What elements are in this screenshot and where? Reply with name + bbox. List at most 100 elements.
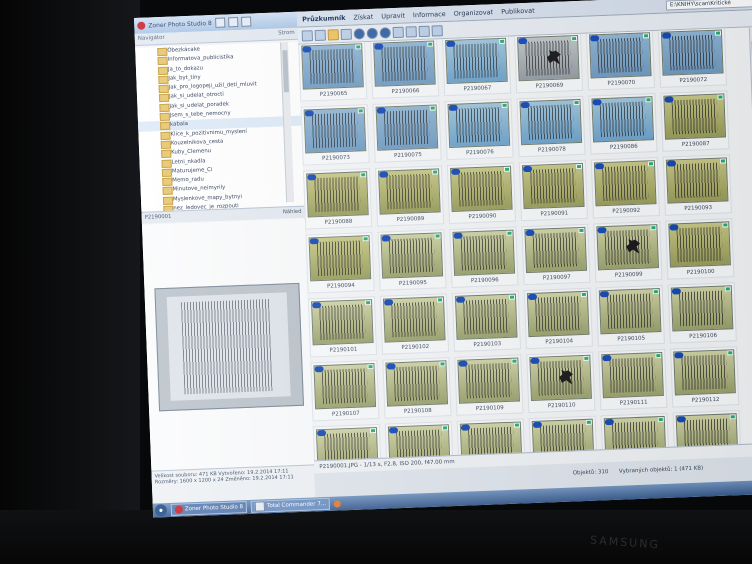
thumbnail-item[interactable]: P2190076 — [444, 98, 514, 161]
dark-mark-icon — [559, 369, 574, 385]
status-corner-icon — [511, 358, 518, 364]
exif-badge-icon — [532, 421, 543, 428]
status-corner-icon — [367, 364, 374, 370]
thumbnail-item[interactable]: P2190105 — [595, 284, 665, 347]
status-corner-icon — [645, 97, 652, 103]
dark-mark-icon — [547, 50, 562, 66]
status-corner-icon — [436, 297, 444, 303]
thumbnail-label: P2190106 — [689, 332, 718, 340]
exif-badge-icon — [455, 296, 466, 303]
menu-organizovat[interactable]: Organizovat — [454, 8, 494, 18]
thumbnail-item[interactable]: P2190112 — [670, 346, 740, 408]
exif-badge-icon — [594, 163, 605, 170]
thumbnail-label: P2190102 — [401, 343, 430, 351]
close-button[interactable] — [240, 16, 251, 27]
thumbnail-label: P2190065 — [319, 90, 348, 98]
thumbnail-item[interactable]: P2190070 — [585, 29, 656, 91]
thumbnail-view[interactable]: P2190065 P2190066 P2190067 P2190069 P2190070… — [298, 27, 752, 461]
thumbnail-item[interactable]: P2190086 — [588, 93, 658, 155]
thumbnail-item[interactable]: P2190103 — [451, 290, 522, 352]
menu-publikovat[interactable]: Publikovat — [501, 6, 535, 15]
folder-tree-scroll-thumb[interactable] — [282, 50, 289, 93]
thumbnail-item[interactable]: P2190065 — [298, 40, 368, 102]
thumbnail-item[interactable]: P2190101 — [307, 295, 378, 358]
thumbnail-item[interactable]: P2190093 — [662, 154, 732, 216]
back-icon[interactable] — [301, 29, 314, 42]
thumbnail-item[interactable]: P2190106 — [667, 282, 737, 344]
thumbnail-item[interactable]: P2190091 — [518, 159, 589, 222]
task-zoner[interactable]: Zoner Photo Studio 8 — [170, 501, 248, 516]
explorer-tab[interactable]: Průzkumník — [302, 13, 346, 23]
navigator-title: Navigátor — [137, 34, 165, 42]
thumbnail-item[interactable]: P2190075 — [372, 101, 442, 163]
start-button[interactable] — [154, 504, 168, 517]
thumbnail-item[interactable]: P2190089 — [374, 165, 445, 227]
thumbnail-item[interactable]: P2190111 — [598, 348, 668, 411]
scanned-page-thumbnail — [375, 104, 439, 151]
thumbnail-item[interactable]: P2190078 — [516, 95, 586, 158]
thumbnail-item[interactable]: P2190104 — [523, 287, 593, 350]
thumbnail-item[interactable]: P2190109 — [454, 354, 524, 416]
exif-badge-icon — [446, 40, 456, 48]
scanned-page-thumbnail — [517, 34, 580, 82]
view-icon[interactable] — [405, 25, 417, 38]
browser-tray-icon[interactable] — [333, 499, 342, 508]
rotate-left-icon[interactable] — [366, 27, 378, 39]
thumbnail-label: P2190110 — [547, 402, 576, 410]
preview-label[interactable]: Náhled — [283, 209, 302, 217]
menu-informace[interactable]: Informace — [413, 10, 446, 19]
thumbnail-item[interactable]: P2190099 — [593, 220, 663, 283]
thumbnail-label: P2190093 — [684, 204, 713, 213]
thumbnail-item[interactable]: P2190110 — [526, 351, 596, 414]
scanned-page-thumbnail — [529, 354, 592, 402]
exif-badge-icon — [383, 299, 394, 306]
path-field[interactable]: E:\KNIHY\scan\Kritické — [665, 0, 752, 11]
exif-badge-icon — [676, 416, 686, 423]
view-mode-dropdown[interactable]: Strom — [278, 30, 295, 38]
thumbnail-item[interactable]: P2190096 — [449, 226, 519, 289]
thumbnail-item[interactable]: P2190088 — [302, 168, 373, 230]
folder-icon[interactable] — [327, 28, 339, 41]
minimize-button[interactable] — [214, 17, 225, 28]
thumbnail-item[interactable]: P2190108 — [382, 357, 452, 419]
thumbnail-item[interactable]: P2190102 — [379, 293, 450, 355]
thumbnail-item[interactable]: P2190100 — [665, 218, 735, 280]
total-commander-task-icon — [254, 501, 266, 512]
thumbnail-item[interactable]: P2190107 — [310, 359, 380, 422]
thumbnail-item[interactable]: P2190072 — [657, 27, 728, 88]
forward-icon[interactable] — [314, 29, 326, 41]
sort-icon[interactable] — [392, 26, 404, 38]
exif-badge-icon — [388, 427, 399, 434]
status-corner-icon — [650, 225, 657, 231]
tools-icon[interactable] — [431, 24, 443, 37]
thumbnail-label: P2190092 — [612, 207, 641, 215]
folder-tree[interactable]: Obezkácake Informatova_publicistika Ja_to_… — [135, 41, 305, 212]
thumbnail-item[interactable]: P2190094 — [305, 232, 375, 294]
thumbnail-item[interactable]: P2190097 — [521, 223, 591, 286]
menu-upravit[interactable]: Upravit — [381, 11, 405, 20]
maximize-button[interactable] — [227, 17, 238, 28]
thumbnail-item[interactable]: P2190092 — [590, 156, 660, 219]
thumbnail-item[interactable]: P2190113 — [312, 423, 383, 461]
copy-icon[interactable] — [340, 28, 352, 40]
info-icon[interactable] — [353, 27, 365, 40]
select-icon[interactable] — [418, 25, 430, 37]
thumbnail-item[interactable]: P2190067 — [441, 34, 512, 97]
thumbnail-item[interactable]: P2190095 — [377, 229, 447, 291]
task-total-commander[interactable]: Total Commander 7... — [250, 497, 331, 513]
thumbnail-label: P2190112 — [691, 396, 720, 404]
scanned-page-thumbnail — [313, 363, 377, 410]
thumbnail-item[interactable]: P2190073 — [300, 104, 370, 166]
status-corner-icon — [432, 169, 439, 175]
thumbnail-item[interactable]: P2190069 — [513, 31, 584, 94]
scanned-page-thumbnail — [382, 296, 446, 343]
task-zoner-label: Zoner Photo Studio 8 — [184, 504, 244, 513]
thumbnail-item[interactable]: P2190090 — [446, 162, 517, 225]
thumbnail-label: P2190105 — [617, 335, 646, 343]
rotate-right-icon[interactable] — [379, 26, 391, 39]
thumbnail-item[interactable]: P2190066 — [370, 37, 440, 99]
menu-ziskat[interactable]: Získat — [353, 12, 373, 21]
scanned-page-thumbnail — [380, 232, 444, 279]
thumbnail-label: P2190104 — [545, 338, 574, 346]
thumbnail-item[interactable]: P2190087 — [660, 90, 730, 152]
